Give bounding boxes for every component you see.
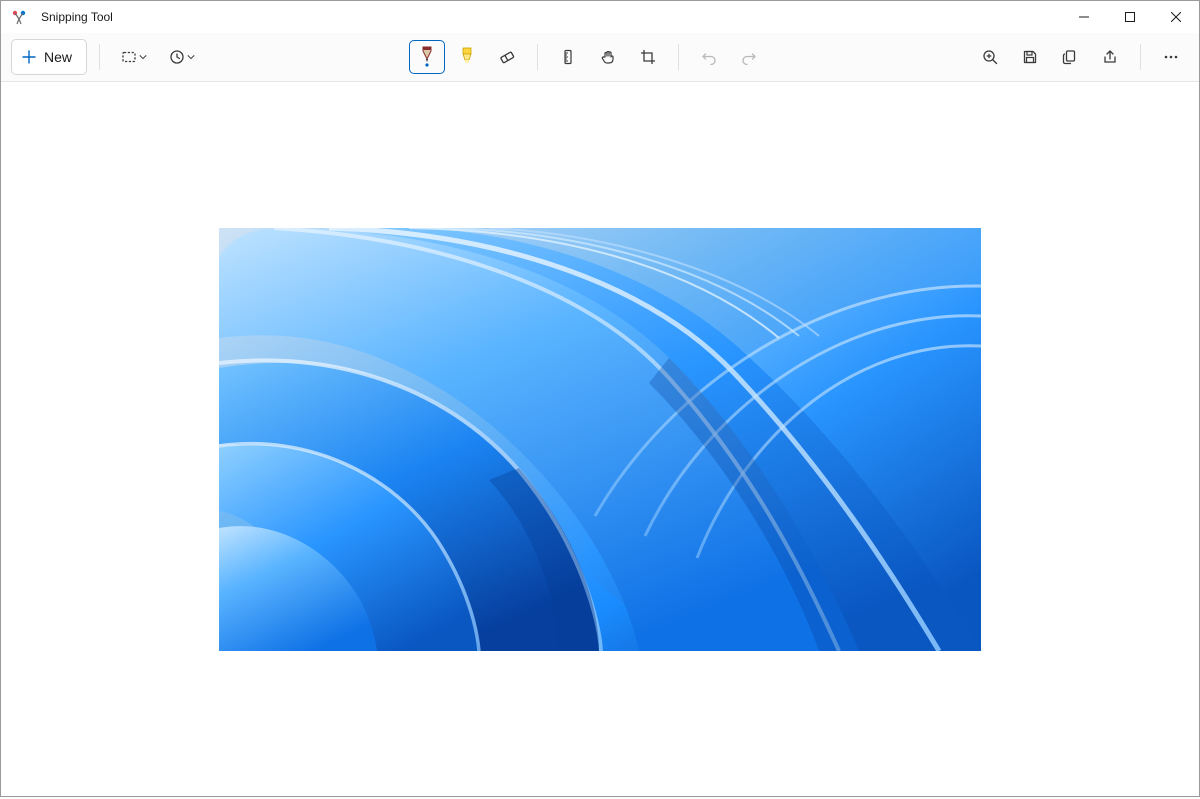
app-icon xyxy=(11,9,27,25)
rectangle-snip-icon xyxy=(121,49,137,65)
crop-icon xyxy=(640,49,656,65)
highlighter-icon xyxy=(457,46,477,68)
redo-button[interactable] xyxy=(731,40,767,74)
copy-icon xyxy=(1062,49,1078,65)
delay-dropdown[interactable] xyxy=(160,40,204,74)
maximize-button[interactable] xyxy=(1107,1,1153,33)
hand-icon xyxy=(600,49,616,65)
titlebar: Snipping Tool xyxy=(1,1,1199,33)
touch-writing-button[interactable] xyxy=(590,40,626,74)
close-button[interactable] xyxy=(1153,1,1199,33)
save-icon xyxy=(1022,49,1038,65)
eraser-tool-button[interactable] xyxy=(489,40,525,74)
new-button-label: New xyxy=(44,49,72,65)
toolbar-left: New xyxy=(11,39,204,75)
canvas-area[interactable] xyxy=(1,82,1199,796)
pen-tool-button[interactable] xyxy=(409,40,445,74)
ballpoint-pen-icon xyxy=(417,46,437,68)
save-button[interactable] xyxy=(1012,40,1048,74)
plus-icon xyxy=(22,50,36,64)
undo-icon xyxy=(701,49,717,65)
captured-image xyxy=(219,228,981,651)
toolbar-center xyxy=(409,40,767,74)
app-window: Snipping Tool New xyxy=(0,0,1200,797)
snip-mode-dropdown[interactable] xyxy=(112,40,156,74)
share-icon xyxy=(1102,49,1118,65)
copy-button[interactable] xyxy=(1052,40,1088,74)
more-button[interactable] xyxy=(1153,40,1189,74)
separator xyxy=(537,44,538,70)
clock-icon xyxy=(169,49,185,65)
share-button[interactable] xyxy=(1092,40,1128,74)
highlighter-tool-button[interactable] xyxy=(449,40,485,74)
redo-icon xyxy=(741,49,757,65)
toolbar-right xyxy=(972,40,1189,74)
app-title: Snipping Tool xyxy=(41,10,113,24)
separator xyxy=(1140,44,1141,70)
chevron-down-icon xyxy=(139,53,147,61)
chevron-down-icon xyxy=(187,53,195,61)
ruler-icon xyxy=(560,49,576,65)
new-button[interactable]: New xyxy=(11,39,87,75)
toolbar: New xyxy=(1,33,1199,82)
crop-button[interactable] xyxy=(630,40,666,74)
zoom-button[interactable] xyxy=(972,40,1008,74)
minimize-button[interactable] xyxy=(1061,1,1107,33)
undo-button[interactable] xyxy=(691,40,727,74)
separator xyxy=(678,44,679,70)
ruler-button[interactable] xyxy=(550,40,586,74)
separator xyxy=(99,44,100,70)
more-icon xyxy=(1163,49,1179,65)
zoom-in-icon xyxy=(982,49,998,65)
eraser-icon xyxy=(498,48,516,66)
